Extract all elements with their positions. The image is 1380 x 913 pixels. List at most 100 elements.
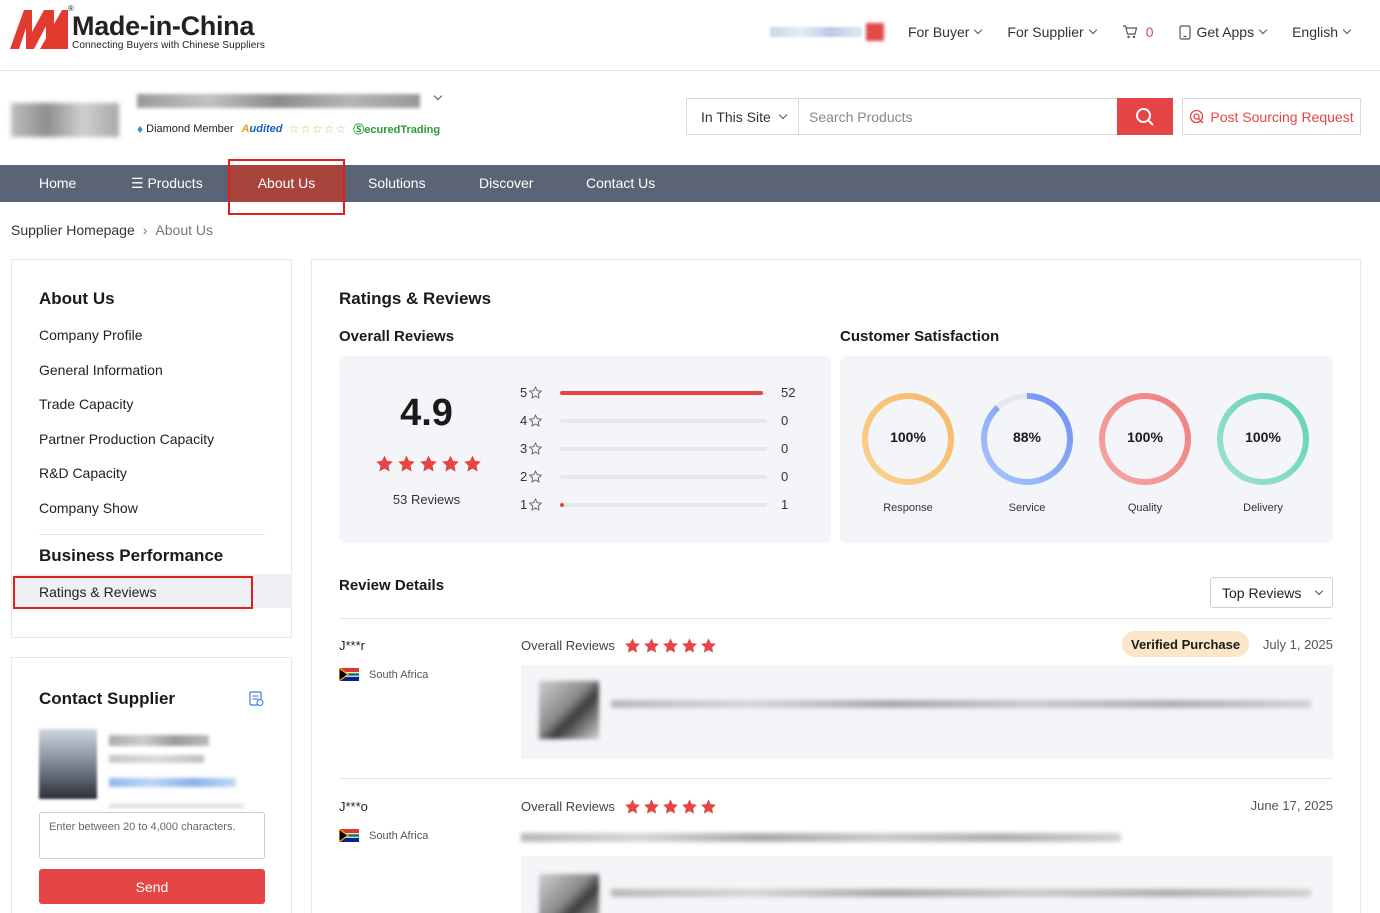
search-scope-label: In This Site bbox=[701, 108, 771, 125]
rating-distribution-row: 11 bbox=[520, 497, 788, 512]
send-button[interactable]: Send bbox=[39, 869, 265, 904]
overall-reviews-label: Overall Reviews bbox=[521, 799, 615, 814]
post-sourcing-button[interactable]: Post Sourcing Request bbox=[1182, 98, 1361, 135]
user-name-blurred[interactable] bbox=[769, 27, 862, 37]
gauge-label: Service bbox=[1008, 502, 1046, 514]
satisfaction-gauge-quality: 100% bbox=[1095, 389, 1195, 492]
target-icon bbox=[1190, 109, 1204, 124]
contact-name-blurred bbox=[109, 735, 209, 746]
reviewer-country-label: South Africa bbox=[369, 829, 429, 842]
made-in-china-logo-icon bbox=[10, 10, 68, 49]
gauge-label: Delivery bbox=[1243, 502, 1283, 514]
review-text-blurred bbox=[611, 889, 1311, 897]
logo-subtitle: Connecting Buyers with Chinese Suppliers bbox=[72, 40, 265, 51]
chevron-down-icon[interactable] bbox=[433, 91, 443, 101]
search-box: In This Site bbox=[686, 98, 1173, 135]
search-input[interactable] bbox=[799, 99, 1117, 134]
star-outline-icon bbox=[529, 414, 542, 427]
for-buyer-label: For Buyer bbox=[907, 24, 970, 40]
chevron-down-icon bbox=[778, 110, 788, 119]
contact-avatar[interactable] bbox=[39, 729, 97, 799]
secured-text: ecuredTrading bbox=[364, 124, 441, 136]
customer-satisfaction-panel: 100% Response 88% Service 100% Quality 100% Del… bbox=[840, 356, 1333, 543]
contact-chat-link-blurred[interactable] bbox=[109, 778, 236, 787]
customer-satisfaction-title: Customer Satisfaction bbox=[840, 328, 1000, 345]
divider bbox=[339, 618, 1333, 619]
nav-highlight-box bbox=[228, 159, 345, 215]
star-filled-icon bbox=[420, 455, 437, 472]
sidebar-item-partner-production[interactable]: Partner Production Capacity bbox=[39, 431, 214, 447]
search-button[interactable] bbox=[1117, 98, 1173, 135]
site-logo[interactable]: ® Made-in-China Connecting Buyers with C… bbox=[10, 4, 265, 52]
sidebar-item-company-profile[interactable]: Company Profile bbox=[39, 327, 143, 343]
top-nav: For Buyer For Supplier 0 Get Apps Englis… bbox=[769, 23, 1352, 41]
nav-products[interactable]: ☰ Products bbox=[131, 165, 203, 202]
sidebar-item-rd-capacity[interactable]: R&D Capacity bbox=[39, 465, 127, 481]
message-input[interactable]: Enter between 20 to 4,000 characters. bbox=[39, 812, 265, 859]
reviewer-country: South Africa bbox=[339, 829, 428, 842]
sidebar-item-trade-capacity[interactable]: Trade Capacity bbox=[39, 396, 133, 412]
review-text-blurred bbox=[611, 700, 1311, 708]
star-filled-icon bbox=[700, 799, 716, 814]
sort-reviews-select[interactable]: Top Reviews bbox=[1210, 577, 1333, 608]
rating-stars-outline-icon: ☆☆☆☆☆ bbox=[288, 122, 348, 136]
gauge-value: 100% bbox=[890, 429, 926, 445]
verified-purchase-badge: Verified Purchase bbox=[1122, 631, 1250, 657]
star-outline-icon bbox=[529, 386, 542, 399]
user-avatar[interactable] bbox=[865, 23, 884, 41]
breadcrumb: Supplier Homepage › About Us bbox=[11, 222, 213, 238]
for-buyer-menu[interactable]: For Buyer bbox=[907, 24, 983, 40]
breadcrumb-home[interactable]: Supplier Homepage bbox=[11, 222, 135, 238]
rating-bar-track bbox=[560, 418, 767, 423]
star-filled-icon bbox=[624, 638, 640, 653]
rating-count: 1 bbox=[781, 497, 789, 512]
diamond-icon: ♦ bbox=[137, 122, 144, 136]
nav-home[interactable]: Home bbox=[39, 165, 76, 202]
for-supplier-menu[interactable]: For Supplier bbox=[1007, 24, 1097, 40]
company-logo[interactable] bbox=[11, 103, 119, 137]
star-filled-icon bbox=[662, 638, 678, 653]
star-filled-icon bbox=[398, 455, 415, 472]
language-label: English bbox=[1292, 24, 1338, 40]
contact-supplier-card: Contact Supplier Enter between 20 to 4,0… bbox=[11, 657, 292, 913]
nav-contact-us[interactable]: Contact Us bbox=[586, 165, 655, 202]
nav-solutions[interactable]: Solutions bbox=[368, 165, 426, 202]
star-filled-icon bbox=[624, 799, 640, 814]
nav-discover[interactable]: Discover bbox=[479, 165, 533, 202]
star-filled-icon bbox=[681, 799, 697, 814]
review-stars bbox=[624, 637, 717, 654]
rating-distribution-row: 30 bbox=[520, 441, 788, 456]
star-outline-icon bbox=[529, 498, 542, 511]
review-content-box bbox=[521, 856, 1333, 913]
company-name-blurred[interactable] bbox=[137, 94, 420, 108]
star-outline-icon bbox=[529, 470, 542, 483]
search-icon bbox=[1136, 107, 1154, 126]
review-text-blurred bbox=[521, 833, 1121, 842]
star-filled-icon bbox=[643, 638, 659, 653]
chevron-down-icon bbox=[1088, 25, 1097, 35]
sidebar-item-company-show[interactable]: Company Show bbox=[39, 500, 138, 516]
gauge-value: 88% bbox=[1012, 429, 1042, 445]
overall-stars bbox=[375, 454, 482, 473]
business-card-icon[interactable] bbox=[249, 691, 264, 707]
gauge-label: Quality bbox=[1127, 502, 1163, 514]
review-image-thumbnail[interactable] bbox=[539, 874, 599, 913]
chevron-down-icon bbox=[1342, 25, 1352, 35]
rating-bar-track bbox=[560, 446, 767, 451]
sidebar-item-general-information[interactable]: General Information bbox=[39, 362, 163, 378]
chevron-right-icon: › bbox=[142, 222, 148, 238]
rating-bar-track bbox=[560, 390, 767, 395]
get-apps-menu[interactable]: Get Apps bbox=[1179, 24, 1268, 40]
rating-bar-track bbox=[560, 502, 767, 507]
cart-button[interactable]: 0 bbox=[1122, 24, 1153, 40]
secured-trading-badge[interactable]: ⓈecuredTrading bbox=[353, 121, 440, 137]
get-apps-label: Get Apps bbox=[1196, 24, 1255, 40]
language-selector[interactable]: English bbox=[1292, 24, 1352, 40]
review-image-thumbnail[interactable] bbox=[539, 681, 599, 739]
overall-reviews-panel: 4.9 53 Reviews 5 52 4 0 3 0 2 0 1 1 bbox=[339, 356, 831, 543]
search-scope-select[interactable]: In This Site bbox=[687, 99, 799, 134]
review-overall-rating: Overall Reviews bbox=[521, 637, 717, 654]
sort-label: Top Reviews bbox=[1222, 584, 1302, 601]
audited-badge[interactable]: Audited bbox=[242, 123, 283, 135]
review-date: June 17, 2025 bbox=[1250, 798, 1333, 813]
